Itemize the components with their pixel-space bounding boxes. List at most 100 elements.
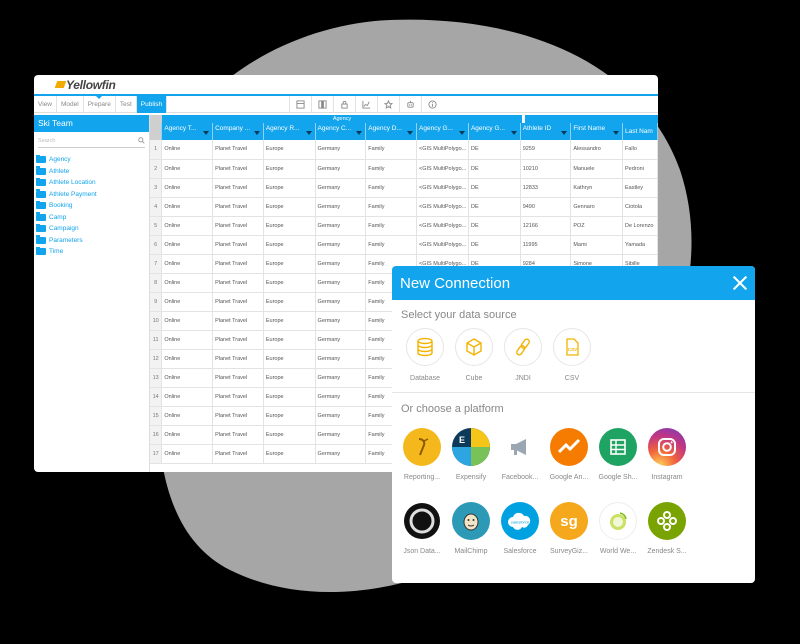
platform-instagram[interactable]: Instagram — [643, 428, 691, 481]
platform-salesforce[interactable]: salesforce Salesforce — [496, 502, 544, 555]
sidebar-item-camp[interactable]: Camp — [36, 212, 149, 224]
sort-dropdown-icon[interactable] — [510, 131, 517, 138]
table-cell[interactable]: Germany — [315, 216, 367, 236]
table-cell[interactable]: Online — [161, 406, 214, 426]
close-icon[interactable] — [733, 276, 747, 290]
table-cell[interactable]: Germany — [315, 330, 367, 350]
table-cell[interactable]: Pedroni — [622, 159, 658, 179]
column-header[interactable]: Agency C... — [315, 123, 367, 140]
table-cell[interactable]: Europe — [263, 273, 316, 293]
table-cell[interactable]: <GIS MultiPolygo... — [416, 159, 469, 179]
table-cell[interactable]: Planet Travel — [212, 444, 264, 464]
table-cell[interactable]: Online — [161, 311, 214, 331]
table-cell[interactable]: Online — [161, 273, 214, 293]
table-cell[interactable]: Europe — [263, 349, 316, 369]
table-cell[interactable]: Online — [161, 349, 214, 369]
sidebar-search-input[interactable]: Search — [38, 134, 145, 148]
table-cell[interactable]: <GIS MultiPolygo... — [416, 235, 469, 255]
table-row[interactable]: 3 Online Planet Travel Europe Germany Family <… — [150, 178, 658, 198]
platform-zendesk[interactable]: Zendesk S... — [643, 502, 691, 555]
table-cell[interactable]: Europe — [263, 159, 316, 179]
menu-test[interactable]: Test — [116, 95, 137, 113]
table-cell[interactable]: DE — [468, 140, 521, 160]
table-cell[interactable]: Planet Travel — [212, 197, 264, 217]
table-cell[interactable]: Mami — [570, 235, 623, 255]
table-cell[interactable]: 9259 — [520, 140, 572, 160]
table-cell[interactable]: Family — [365, 216, 418, 236]
table-cell[interactable]: DE — [468, 178, 521, 198]
table-cell[interactable]: Germany — [315, 273, 367, 293]
platform-google-sheets[interactable]: Google Sh... — [594, 428, 642, 481]
table-cell[interactable]: Planet Travel — [212, 140, 264, 160]
table-cell[interactable]: Planet Travel — [212, 292, 264, 312]
table-cell[interactable]: Online — [161, 178, 214, 198]
sort-dropdown-icon[interactable] — [356, 131, 363, 138]
platform-expensify[interactable]: E Expensify — [447, 428, 495, 481]
column-header[interactable]: Agency G... — [416, 123, 469, 140]
table-cell[interactable]: Online — [161, 235, 214, 255]
table-cell[interactable]: Alessandro — [570, 140, 623, 160]
sort-dropdown-icon[interactable] — [253, 131, 260, 138]
source-cube[interactable]: Cube — [450, 328, 498, 382]
platform-google-analytics[interactable]: Google An... — [545, 428, 593, 481]
table-cell[interactable]: Planet Travel — [212, 425, 264, 445]
table-cell[interactable]: Online — [161, 197, 214, 217]
menu-view[interactable]: View — [34, 95, 57, 113]
star-icon[interactable] — [377, 96, 399, 113]
table-cell[interactable]: Online — [161, 292, 214, 312]
table-cell[interactable]: Ciotola — [622, 197, 658, 217]
table-cell[interactable]: Europe — [263, 425, 316, 445]
column-header[interactable]: Last Nam — [622, 123, 658, 140]
sidebar-item-athlete-payment[interactable]: Athlete Payment — [36, 189, 149, 201]
table-cell[interactable]: Kathryn — [570, 178, 623, 198]
source-csv[interactable]: CSV CSV — [548, 328, 596, 382]
table-cell[interactable]: 11995 — [520, 235, 572, 255]
table-row[interactable]: 2 Online Planet Travel Europe Germany Family <… — [150, 159, 658, 179]
column-header[interactable]: Company ... — [212, 123, 264, 140]
table-cell[interactable]: Gennaro — [570, 197, 623, 217]
table-cell[interactable]: Germany — [315, 349, 367, 369]
sidebar-item-time[interactable]: Time — [36, 246, 149, 258]
table-cell[interactable]: Europe — [263, 197, 316, 217]
table-cell[interactable]: Family — [365, 178, 418, 198]
column-header[interactable]: Athlete ID — [520, 123, 572, 140]
table-cell[interactable]: Europe — [263, 444, 316, 464]
table-cell[interactable]: Eastley — [622, 178, 658, 198]
table-cell[interactable]: DE — [468, 216, 521, 236]
table-cell[interactable]: 10210 — [520, 159, 572, 179]
platform-facebook-ads[interactable]: Facebook... — [496, 428, 544, 481]
sidebar-item-athlete-location[interactable]: Athlete Location — [36, 177, 149, 189]
table-cell[interactable]: 9490 — [520, 197, 572, 217]
table-cell[interactable]: Europe — [263, 216, 316, 236]
table-cell[interactable]: Planet Travel — [212, 349, 264, 369]
source-database[interactable]: Database — [401, 328, 449, 382]
table-cell[interactable]: Europe — [263, 387, 316, 407]
table-cell[interactable]: Europe — [263, 368, 316, 388]
table-cell[interactable]: Fallo — [622, 140, 658, 160]
table-cell[interactable]: <GIS MultiPolygo... — [416, 216, 469, 236]
table-cell[interactable]: POZ — [570, 216, 623, 236]
table-cell[interactable]: Online — [161, 159, 214, 179]
table-cell[interactable]: Germany — [315, 292, 367, 312]
table-cell[interactable]: Germany — [315, 197, 367, 217]
sidebar-item-athlete[interactable]: Athlete — [36, 166, 149, 178]
table-cell[interactable]: Germany — [315, 368, 367, 388]
table-cell[interactable]: Online — [161, 216, 214, 236]
sort-dropdown-icon[interactable] — [305, 131, 312, 138]
column-header[interactable]: Agency G... — [468, 123, 521, 140]
sort-dropdown-icon[interactable] — [561, 131, 568, 138]
table-cell[interactable]: Planet Travel — [212, 178, 264, 198]
sort-dropdown-icon[interactable] — [407, 131, 414, 138]
table-cell[interactable]: 12166 — [520, 216, 572, 236]
table-cell[interactable]: Europe — [263, 140, 316, 160]
platform-surveygizmo[interactable]: sg SurveyGiz... — [545, 502, 593, 555]
table-cell[interactable]: Germany — [315, 406, 367, 426]
table-cell[interactable]: Planet Travel — [212, 273, 264, 293]
column-header[interactable]: Agency R... — [263, 123, 316, 140]
table-cell[interactable]: Family — [365, 197, 418, 217]
table-cell[interactable]: 12833 — [520, 178, 572, 198]
table-row[interactable]: 6 Online Planet Travel Europe Germany Family <… — [150, 235, 658, 255]
table-icon[interactable] — [289, 96, 311, 113]
table-cell[interactable]: Europe — [263, 406, 316, 426]
menu-model[interactable]: Model — [57, 95, 84, 113]
